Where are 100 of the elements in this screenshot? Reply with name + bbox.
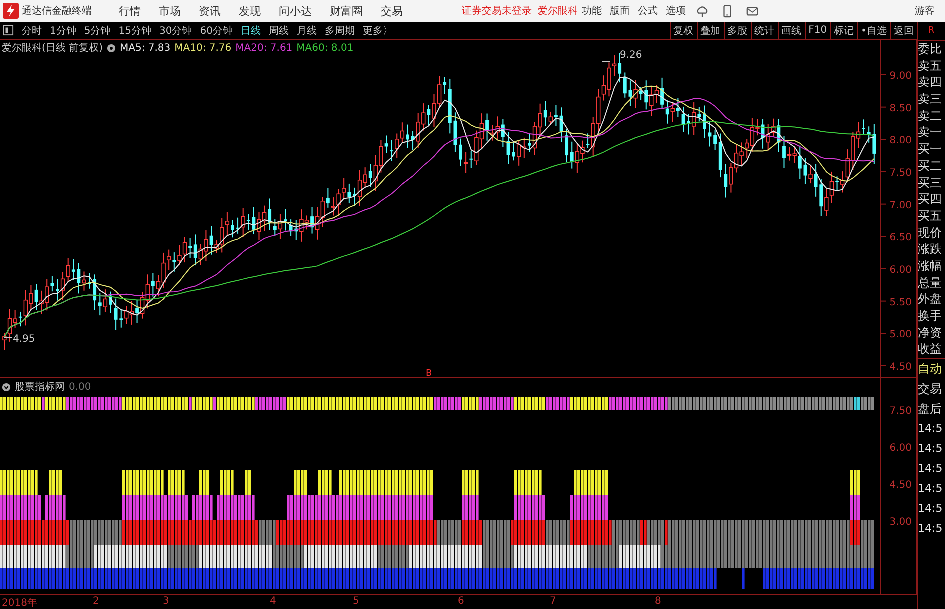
indicator-axis-label: 3.00 [890, 517, 912, 528]
cloud-icon[interactable] [696, 4, 709, 18]
price-axis-label: 6.00 [890, 264, 912, 276]
quote-label: 收益 [918, 341, 943, 358]
menu-item[interactable]: 财富圈 [321, 4, 372, 18]
period-tab[interactable]: 5分钟 [80, 24, 115, 38]
price-axis-label: 9.00 [890, 71, 912, 82]
candlestick [289, 219, 293, 237]
login-status: 证券交易未登录 [462, 4, 532, 18]
tool-menu-item[interactable]: 功能 [578, 4, 606, 18]
menu-item[interactable]: 交易 [372, 4, 412, 18]
ma-value: MA10: 7.76 [174, 42, 232, 54]
collapse-icon[interactable] [2, 382, 11, 392]
app-name: 通达信金融终端 [22, 4, 92, 18]
price-axis-label: 6.50 [890, 232, 912, 244]
period-tab[interactable]: 30分钟 [155, 24, 196, 38]
tool-menu-item[interactable]: 公式 [634, 4, 662, 18]
quote-label: 现价 [918, 224, 943, 242]
price-axis-label: 8.50 [890, 103, 912, 114]
indicator-axis-label: 4.50 [890, 480, 912, 491]
tool-menu-item[interactable]: 选项 [662, 4, 690, 18]
quote-label: 卖一 [918, 124, 943, 142]
trade-label: 交易 [918, 381, 943, 398]
period-tab[interactable]: 周线 [264, 24, 293, 38]
period-tab[interactable]: 分时 [18, 24, 46, 38]
indicator-axis-label: 6.00 [890, 443, 912, 454]
period-tab[interactable]: 多周期 [320, 24, 359, 38]
toolbar-button[interactable]: 返回 [890, 22, 917, 39]
date-axis-label: 4 [270, 596, 276, 607]
price-axis-label: 7.50 [890, 168, 912, 179]
period-tab[interactable]: 15分钟 [114, 24, 156, 38]
ma-value: MA5: 7.83 [120, 42, 171, 54]
app-logo-icon [3, 3, 19, 19]
stock-name: 爱尔眼科 [538, 4, 578, 18]
indicator-title: 股票指标网 [15, 380, 65, 394]
candlestick [687, 114, 690, 136]
user-name[interactable]: 游客 [915, 4, 935, 18]
period-tab[interactable]: 60分钟 [196, 24, 237, 38]
chart-title: 爱尔眼科(日线 前复权) [2, 42, 103, 55]
quote-label: 总量 [918, 274, 943, 292]
date-axis-label: 7 [550, 596, 556, 607]
trade-time: 14:5 [918, 421, 944, 438]
phone-icon[interactable] [721, 4, 734, 18]
quote-label: 卖五 [918, 58, 943, 74]
price-axis-label: 8.00 [890, 136, 912, 147]
trade-time: 14:5 [918, 441, 944, 458]
candlestick [714, 130, 717, 151]
date-axis-label: 8 [655, 596, 662, 607]
quote-label: 外盘 [918, 291, 943, 308]
period-tab[interactable]: 月线 [292, 24, 321, 38]
candlestick [682, 106, 686, 133]
trade-time: 14:5 [918, 501, 944, 518]
price-axis-label: 4.50 [890, 362, 912, 373]
toolbar-button[interactable]: F10 [804, 22, 830, 39]
date-axis-label: 2 [93, 596, 100, 607]
toolbar-button[interactable]: 复权 [670, 22, 697, 39]
menu-item[interactable]: 资讯 [190, 4, 230, 18]
toolbar-button[interactable]: 标记 [830, 22, 858, 39]
quote-label: 涨幅 [918, 258, 943, 275]
candlestick [703, 105, 706, 139]
panel-toggle-icon[interactable] [3, 25, 14, 36]
candlestick [454, 112, 458, 153]
quote-label: 涨跌 [918, 241, 943, 258]
settings-icon[interactable] [106, 44, 116, 52]
period-tab[interactable]: 1分钟 [46, 24, 80, 38]
date-axis-label: 6 [458, 596, 464, 607]
toolbar-button[interactable]: 叠加 [696, 22, 724, 39]
toolbar-button[interactable]: 统计 [750, 22, 778, 39]
tool-menu-item[interactable]: 版面 [606, 4, 634, 18]
candlestick [872, 124, 876, 165]
indicator-value: 0.00 [69, 382, 92, 392]
ma-value: MA20: 7.61 [236, 42, 293, 54]
period-tab[interactable]: 日线 [236, 24, 265, 38]
quote-label: 委比 [918, 41, 943, 58]
toolbar-button[interactable]: 多股 [724, 22, 751, 39]
quote-label: 卖四 [918, 74, 943, 92]
quote-label: 换手 [918, 308, 943, 325]
date-axis-label: 3 [163, 596, 170, 607]
quote-label: 买三 [918, 174, 943, 192]
panel-header: R [927, 25, 936, 38]
trade-label: 盘后 [918, 401, 943, 418]
period-tab[interactable]: 更多〉 [358, 24, 397, 38]
quote-label: 买五 [918, 208, 943, 225]
menu-item[interactable]: 问小达 [270, 4, 321, 18]
toolbar-button[interactable]: •自选 [857, 22, 890, 39]
candlestick [560, 107, 564, 143]
quote-label: 买二 [918, 158, 943, 174]
date-axis-label: 2018年 [2, 597, 38, 609]
trade-time: 14:5 [918, 461, 944, 478]
quote-label: 卖三 [918, 91, 943, 108]
mail-icon[interactable] [746, 4, 759, 18]
menu-item[interactable]: 行情 [110, 4, 150, 18]
price-axis-label: 5.00 [890, 330, 912, 341]
menu-item[interactable]: 市场 [150, 4, 190, 18]
candlestick [554, 104, 558, 127]
trade-label: 自动 [918, 361, 943, 378]
quote-label: 买一 [918, 141, 943, 158]
toolbar-button[interactable]: 画线 [778, 22, 805, 39]
candlestick [512, 142, 516, 162]
menu-item[interactable]: 发现 [230, 4, 270, 18]
